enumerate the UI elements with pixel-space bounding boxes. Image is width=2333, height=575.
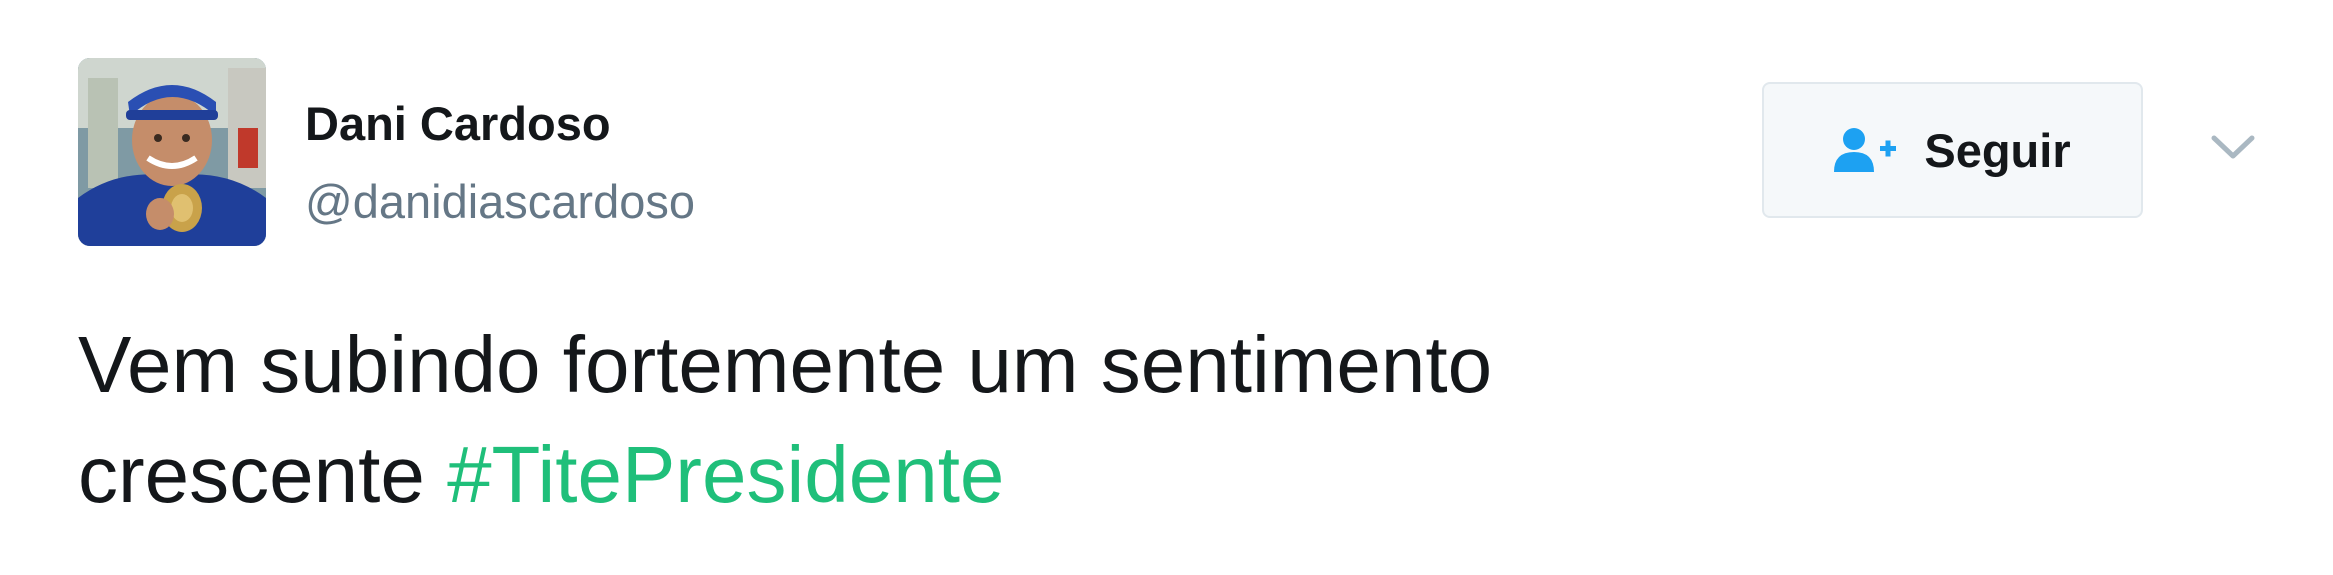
chevron-down-icon[interactable]	[2208, 128, 2258, 168]
tweet-line-1: Vem subindo fortemente um sentimento	[78, 320, 1493, 409]
avatar[interactable]	[78, 58, 266, 246]
tweet-line-2: crescente	[78, 430, 448, 519]
hashtag-link[interactable]: #TitePresidente	[447, 430, 1004, 519]
avatar-photo	[78, 58, 266, 246]
tweet-text: Vem subindo fortemente um sentimento cre…	[78, 310, 2228, 530]
user-display-name[interactable]: Dani Cardoso	[305, 100, 611, 147]
user-handle[interactable]: @danidiascardoso	[305, 178, 695, 225]
follow-button[interactable]: Seguir	[1762, 82, 2143, 218]
follow-user-icon	[1834, 126, 1898, 174]
tweet-card: Dani Cardoso @danidiascardoso Seguir Vem…	[0, 0, 2333, 575]
follow-button-label: Seguir	[1924, 123, 2071, 177]
